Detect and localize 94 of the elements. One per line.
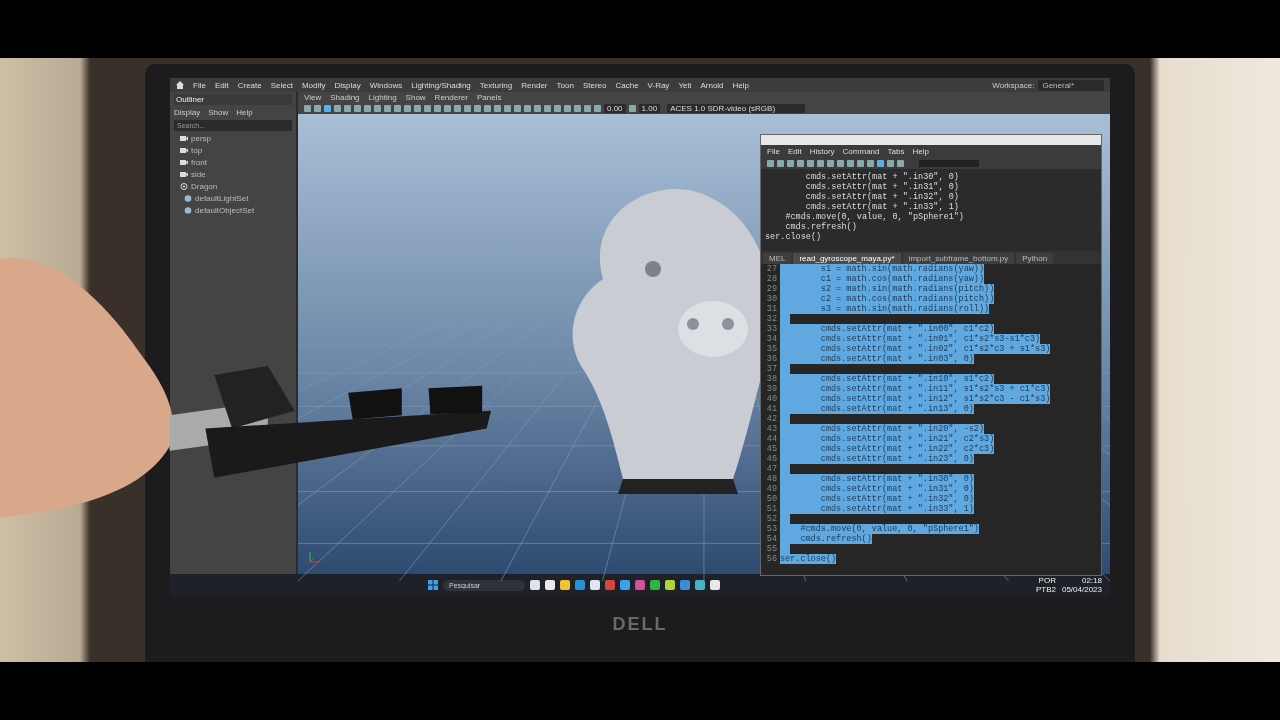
line-number: 49 [765, 484, 778, 494]
menu-item[interactable]: Toon [556, 80, 574, 90]
home-icon[interactable] [176, 81, 184, 89]
line-number: 32 [765, 314, 778, 324]
line-number: 38 [765, 374, 778, 384]
menu-item[interactable]: Edit [787, 147, 802, 156]
outliner-item[interactable]: front [191, 158, 207, 167]
line-number: 31 [765, 304, 778, 314]
menu-item[interactable]: Modify [301, 80, 326, 90]
search-field[interactable] [919, 160, 979, 167]
line-number: 27 [765, 264, 778, 274]
line-number: 51 [765, 504, 778, 514]
editor-tab[interactable]: MEL [763, 253, 792, 264]
menu-item[interactable]: View [304, 92, 322, 102]
menu-item[interactable]: Windows [369, 80, 403, 90]
language-indicator[interactable]: POR PTB2 [1035, 576, 1056, 594]
menu-item[interactable]: Select [270, 80, 293, 90]
line-number: 54 [765, 534, 778, 544]
outliner-item[interactable]: defaultLightSet [195, 194, 249, 203]
line-number: 52 [765, 514, 778, 524]
menu-item[interactable]: Help [912, 147, 929, 156]
workspace-dropdown[interactable]: General* [1038, 79, 1104, 91]
menu-item[interactable]: Display [174, 108, 201, 117]
menu-item[interactable]: Tabs [887, 147, 905, 156]
workspace-label: Workspace: [992, 80, 1035, 90]
clock-time: 02:18 [1081, 576, 1102, 585]
camera-icon [180, 135, 188, 142]
menu-item[interactable]: Show [405, 92, 426, 102]
menu-item[interactable]: Help [236, 108, 253, 117]
line-number: 48 [765, 474, 778, 484]
line-number: 45 [765, 444, 778, 454]
editor-tab[interactable]: Python [1016, 253, 1054, 264]
clock-date: 05/04/2023 [1061, 585, 1102, 594]
menu-item[interactable]: File [767, 147, 780, 156]
line-number: 44 [765, 434, 778, 444]
line-number: 28 [765, 274, 778, 284]
line-number: 56 [765, 554, 778, 564]
color-space-dropdown[interactable]: ACES 1.0 SDR-video (sRGB) [667, 103, 806, 113]
menu-item[interactable]: Display [334, 80, 361, 90]
camera-icon [180, 147, 188, 154]
line-number: 53 [765, 524, 778, 534]
bezel-logo: DELL [612, 614, 668, 635]
outliner-item[interactable]: persp [191, 134, 211, 143]
outliner-item[interactable]: top [191, 146, 203, 155]
panel-title: Outliner [174, 94, 292, 105]
menu-item[interactable]: Cache [615, 80, 639, 90]
menu-item[interactable]: Renderer [434, 92, 468, 102]
mesh-icon [180, 183, 188, 190]
axis-gizmo-icon [308, 550, 322, 564]
menu-item[interactable]: Help [732, 80, 749, 90]
menu-item[interactable]: Create [237, 80, 262, 90]
line-number: 39 [765, 384, 778, 394]
menu-item[interactable]: Yeti [678, 80, 692, 90]
line-number: 40 [765, 394, 778, 404]
menu-item[interactable]: History [809, 147, 835, 156]
line-number: 47 [765, 464, 778, 474]
menu-item[interactable]: Lighting [368, 92, 397, 102]
line-number: 37 [765, 364, 778, 374]
value-field[interactable]: 1.00 [638, 103, 661, 113]
menu-item[interactable]: Command [842, 147, 880, 156]
menu-item[interactable]: File [193, 80, 206, 90]
camera-icon [180, 171, 188, 178]
line-number: 42 [765, 414, 778, 424]
line-number: 35 [765, 344, 778, 354]
menu-item[interactable]: Show [208, 108, 229, 117]
line-number: 36 [765, 354, 778, 364]
menu-item[interactable]: Texturing [479, 80, 513, 90]
outliner-item[interactable]: defaultObjectSet [195, 206, 255, 215]
camera-icon [180, 159, 188, 166]
menu-item[interactable]: Arnold [700, 80, 724, 90]
editor-tab[interactable]: read_gyroscope_maya.py* [793, 253, 901, 264]
menu-item[interactable]: Lighting/Shading [411, 80, 471, 90]
start-icon[interactable] [428, 580, 438, 590]
menu-item[interactable]: Stereo [582, 80, 607, 90]
menu-item[interactable]: Panels [476, 92, 502, 102]
line-number: 30 [765, 294, 778, 304]
output-log: cmds.setAttr(mat + ".in30", 0) cmds.setAttr(mat + ".in31", 0) cmds.setAttr(mat + ".in32", 0) cmds.setAttr(mat + ".in33", 1) #cmds.move(0, value, 0, "pSphere1") cmds.refresh() ser.close() [764, 171, 965, 244]
line-number: 33 [765, 324, 778, 334]
line-number: 34 [765, 334, 778, 344]
outliner-item[interactable]: side [191, 170, 206, 179]
tool-icon[interactable] [628, 104, 636, 112]
editor-tab[interactable]: import_subframe_bottom.py [902, 253, 1015, 264]
line-number: 50 [765, 494, 778, 504]
menu-item[interactable]: V-Ray [647, 80, 670, 90]
outliner-item[interactable]: Dragon [191, 182, 218, 191]
line-number: 46 [765, 454, 778, 464]
menu-item[interactable]: Render [521, 80, 548, 90]
value-field[interactable]: 0.00 [604, 103, 626, 113]
menu-item[interactable]: Edit [214, 80, 229, 90]
menu-item[interactable]: Shading [330, 92, 360, 102]
line-number: 41 [765, 404, 778, 414]
line-number: 29 [765, 284, 778, 294]
line-number: 43 [765, 424, 778, 434]
line-number: 55 [765, 544, 778, 554]
